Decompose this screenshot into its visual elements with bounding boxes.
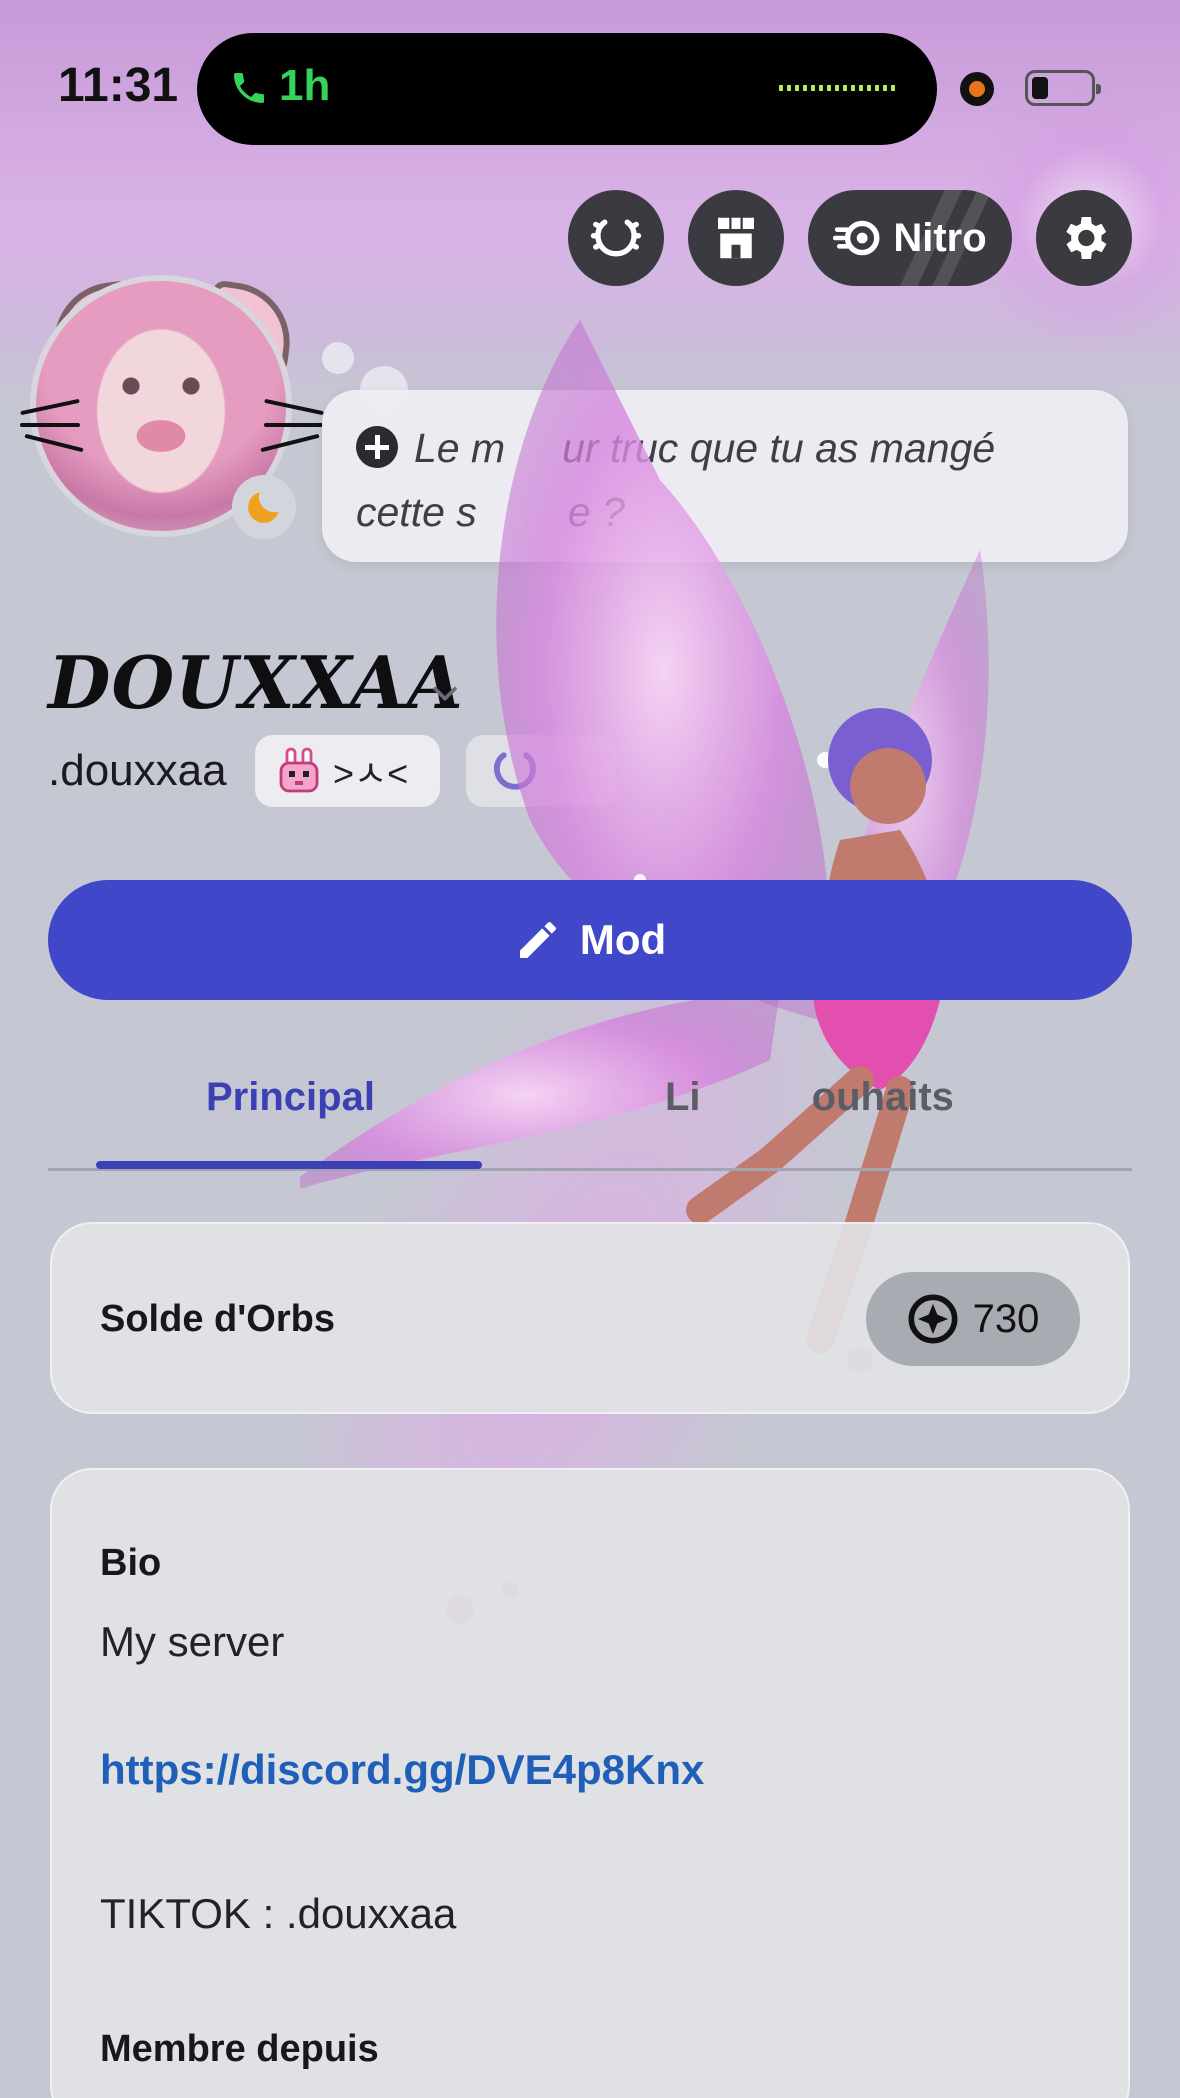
display-name: DOUXXAA: [48, 640, 464, 725]
bubble-dot: [322, 342, 354, 374]
nitro-label: Nitro: [893, 215, 987, 260]
recording-indicator: [960, 72, 994, 106]
orbs-wreath-button[interactable]: [568, 190, 664, 286]
orbs-balance-card[interactable]: Solde d'Orbs 730: [50, 1222, 1130, 1414]
avatar-container[interactable]: [20, 265, 324, 545]
bio-line: My server: [100, 1618, 285, 1665]
username: .douxxaa: [48, 746, 227, 795]
edit-profile-label: Mod: [579, 916, 667, 963]
bio-line: TIKTOK : .douxxaa: [100, 1890, 457, 1937]
tab-principal[interactable]: Principal: [206, 1075, 375, 1120]
badge-chip[interactable]: [466, 735, 616, 807]
tab-active-indicator: [96, 1161, 482, 1169]
bio-card: Bio My server https://discord.gg/DVE4p8K…: [50, 1468, 1130, 2098]
laurel-icon: [590, 219, 642, 257]
dynamic-island-call[interactable]: 1h: [197, 33, 937, 145]
laurel-badge-icon: [493, 752, 537, 790]
orbs-label: Solde d'Orbs: [100, 1298, 335, 1340]
call-duration: 1h: [279, 61, 331, 110]
member-since-label: Membre depuis: [100, 2028, 379, 2070]
pencil-icon: [519, 922, 556, 958]
status-placeholder-line2: cette s e ?: [356, 489, 625, 535]
chevron-down-icon[interactable]: [428, 676, 462, 710]
moon-icon: [248, 492, 279, 523]
tag-text: >ㅅ<: [333, 753, 409, 794]
orbs-value: 730: [972, 1296, 1040, 1341]
idle-status-icon: [232, 475, 296, 539]
nitro-button[interactable]: Nitro: [808, 190, 1012, 286]
status-placeholder-line1: Le m ur truc que tu as mangé: [414, 425, 996, 471]
whisker-decoration: [20, 423, 80, 427]
tab-wishlist[interactable]: Li ouhaits: [665, 1075, 954, 1120]
server-tag-chip[interactable]: >ㅅ<: [255, 735, 440, 807]
bio-label: Bio: [100, 1542, 162, 1584]
gear-icon: [1066, 217, 1107, 259]
shop-button[interactable]: [688, 190, 784, 286]
status-time: 11:31: [58, 59, 179, 112]
bio-invite-link[interactable]: https://discord.gg/DVE4p8Knx: [100, 1746, 704, 1794]
edit-profile-button[interactable]: Mod: [48, 880, 1132, 1000]
orb-icon: [908, 1294, 958, 1344]
custom-status-bubble[interactable]: Le m ur truc que tu as mangé cette s e ?: [322, 390, 1128, 562]
orbs-balance-pill[interactable]: 730: [866, 1272, 1080, 1366]
nitro-icon: [833, 220, 880, 256]
phone-icon: [234, 73, 264, 103]
storefront-icon: [718, 217, 754, 259]
whisker-decoration: [264, 423, 324, 427]
bunny-icon: [279, 747, 319, 793]
audio-waveform: [779, 85, 897, 91]
battery-icon: [1025, 70, 1101, 106]
plus-icon: [356, 426, 398, 469]
settings-button[interactable]: [1036, 190, 1132, 286]
